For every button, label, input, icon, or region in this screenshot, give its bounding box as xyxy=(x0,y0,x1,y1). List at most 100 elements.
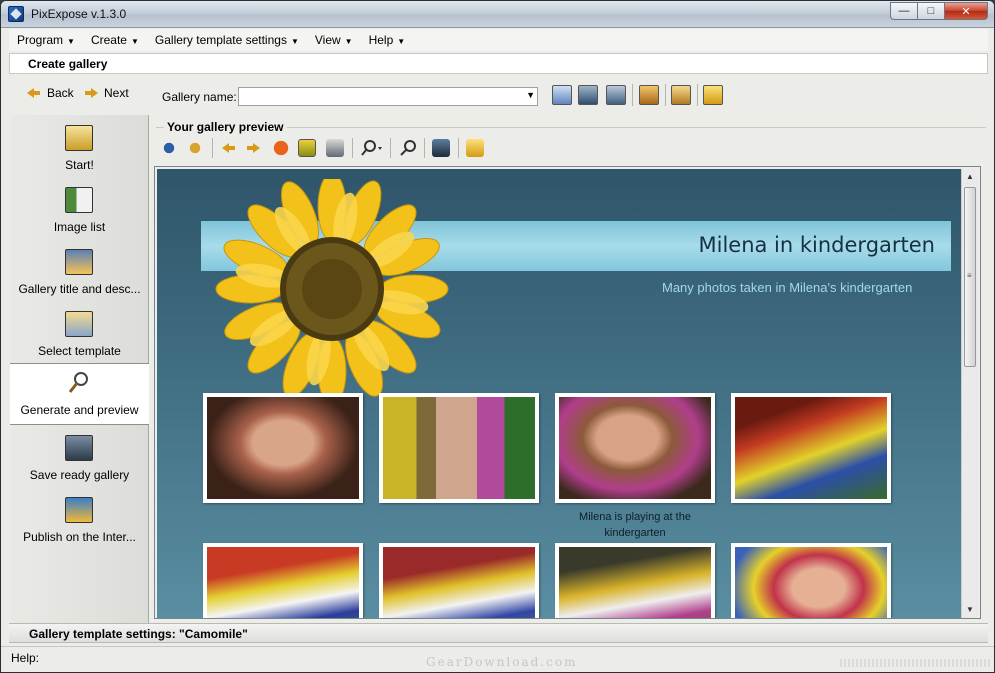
gallery-thumbnail[interactable] xyxy=(555,393,715,503)
sidebar-item-publish[interactable]: Publish on the Inter... xyxy=(10,491,149,553)
sidebar-item-save-gallery[interactable]: Save ready gallery xyxy=(10,429,149,491)
arrow-right-icon xyxy=(84,87,98,99)
sidebar-item-label: Image list xyxy=(53,220,106,234)
toolbar-separator xyxy=(390,138,391,158)
zoom-icon[interactable] xyxy=(360,139,382,157)
slideshow-icon[interactable] xyxy=(432,139,450,157)
section-header: Create gallery xyxy=(9,53,988,74)
back-label: Back xyxy=(47,86,74,100)
template-icon xyxy=(65,311,93,337)
gallery-thumbnail[interactable] xyxy=(379,543,539,618)
rotate-right-icon[interactable] xyxy=(186,139,204,157)
sunflower-image xyxy=(215,179,449,399)
help-label: Help: xyxy=(11,651,40,665)
preview-heading: Your gallery preview xyxy=(164,120,287,134)
open-gallery-icon[interactable] xyxy=(552,85,572,105)
eraser-icon[interactable] xyxy=(466,139,484,157)
save-icon[interactable] xyxy=(578,85,598,105)
main-toolbar: Back Next Gallery name: ▼ xyxy=(9,76,988,114)
maximize-button[interactable]: □ xyxy=(917,2,944,20)
window-controls: — □ ✕ xyxy=(890,2,988,20)
menu-help-label: Help xyxy=(368,33,394,47)
app-window: PixExpose v.1.3.0 — □ ✕ Program ▼ Create ▼… xyxy=(0,0,995,673)
sidebar-item-image-list[interactable]: Image list xyxy=(10,181,149,243)
image-list-icon xyxy=(65,187,93,213)
gallery-thumbnail[interactable] xyxy=(203,393,363,503)
gallery-thumbnail[interactable] xyxy=(379,393,539,503)
scroll-down-icon[interactable]: ▼ xyxy=(962,602,978,618)
sidebar-item-label: Start! xyxy=(65,158,94,172)
arrow-left-icon[interactable] xyxy=(220,139,238,157)
minimize-button[interactable]: — xyxy=(890,2,917,20)
sidebar-item-label: Save ready gallery xyxy=(29,468,130,482)
open-folder-icon[interactable] xyxy=(671,85,691,105)
magnifier-icon xyxy=(65,370,93,396)
gallery-thumbnail[interactable] xyxy=(555,543,715,618)
sidebar-item-label: Gallery title and desc... xyxy=(18,282,141,296)
preview-toolbar xyxy=(156,137,986,161)
folder-images-icon xyxy=(65,249,93,275)
chevron-down-icon: ▼ xyxy=(290,37,299,46)
gallery-thumbnail[interactable] xyxy=(731,543,891,618)
stop-icon[interactable] xyxy=(272,139,290,157)
gallery-preview-frame[interactable]: Milena in kindergarten Many photos taken… xyxy=(154,166,981,619)
menu-help[interactable]: Help ▼ xyxy=(361,33,414,47)
film-icon xyxy=(65,125,93,151)
sidebar-item-label: Generate and preview xyxy=(20,403,139,417)
network-icon xyxy=(65,497,93,523)
sidebar-item-select-template[interactable]: Select template xyxy=(10,305,149,367)
floppy-icon xyxy=(65,435,93,461)
scroll-up-icon[interactable]: ▲ xyxy=(962,169,978,185)
next-button[interactable]: Next xyxy=(84,86,129,100)
eraser-icon[interactable] xyxy=(703,85,723,105)
resize-grip[interactable] xyxy=(840,659,990,667)
menu-create[interactable]: Create ▼ xyxy=(83,33,147,47)
package-icon[interactable] xyxy=(639,85,659,105)
toolbar-separator xyxy=(632,84,633,106)
toolbar-separator xyxy=(458,138,459,158)
toolbar-separator xyxy=(352,138,353,158)
arrow-right-icon[interactable] xyxy=(244,139,262,157)
sidebar-item-label: Publish on the Inter... xyxy=(23,530,136,544)
menu-view-label: View xyxy=(314,33,341,47)
chevron-down-icon: ▼ xyxy=(130,37,139,46)
gallery-description: Many photos taken in Milena's kindergart… xyxy=(662,280,913,295)
gallery-thumbnail[interactable] xyxy=(203,543,363,618)
gallery-preview-canvas: Milena in kindergarten Many photos taken… xyxy=(157,169,961,618)
menu-view[interactable]: View ▼ xyxy=(307,33,361,47)
back-button[interactable]: Back xyxy=(27,86,74,100)
toolbar-separator xyxy=(665,84,666,106)
gallery-title: Milena in kindergarten xyxy=(698,233,936,257)
gallery-name-label: Gallery name: xyxy=(162,90,237,104)
app-icon xyxy=(8,6,24,22)
magnifier-icon[interactable] xyxy=(399,139,417,157)
watermark: GearDownload.com xyxy=(426,655,578,669)
preview-scrollbar[interactable]: ▲ ≡ ▼ xyxy=(961,169,978,618)
menu-create-label: Create xyxy=(90,33,127,47)
rotate-left-icon[interactable] xyxy=(160,139,178,157)
sidebar-item-start[interactable]: Start! xyxy=(10,119,149,181)
menu-program-label: Program xyxy=(17,33,64,47)
gallery-name-combobox[interactable]: ▼ xyxy=(238,87,538,106)
scrollbar-thumb[interactable]: ≡ xyxy=(964,187,976,367)
sidebar-item-gallery-title[interactable]: Gallery title and desc... xyxy=(10,243,149,305)
section-title: Create gallery xyxy=(28,57,108,71)
refresh-icon[interactable] xyxy=(298,139,316,157)
save-as-icon[interactable] xyxy=(606,85,626,105)
menu-gallery-template-settings[interactable]: Gallery template settings ▼ xyxy=(147,33,307,47)
chevron-down-icon[interactable]: ▼ xyxy=(526,90,535,100)
toolbar-separator xyxy=(424,138,425,158)
print-icon[interactable] xyxy=(326,139,344,157)
steps-sidebar: Start! Image list Gallery title and desc… xyxy=(10,115,149,623)
gallery-thumbnail[interactable] xyxy=(731,393,891,503)
title-bar[interactable]: PixExpose v.1.3.0 — □ ✕ xyxy=(1,1,994,28)
status-bar: Help: GearDownload.com xyxy=(1,646,994,670)
sidebar-item-generate-preview[interactable]: Generate and preview xyxy=(10,363,149,425)
chevron-down-icon: ▼ xyxy=(67,37,75,46)
menu-program[interactable]: Program ▼ xyxy=(9,33,83,47)
toolbar-separator xyxy=(697,84,698,106)
template-settings-bar[interactable]: Gallery template settings: "Camomile" xyxy=(9,623,988,643)
chevron-down-icon: ▼ xyxy=(344,37,353,46)
close-button[interactable]: ✕ xyxy=(944,2,988,20)
sidebar-item-label: Select template xyxy=(38,344,121,358)
